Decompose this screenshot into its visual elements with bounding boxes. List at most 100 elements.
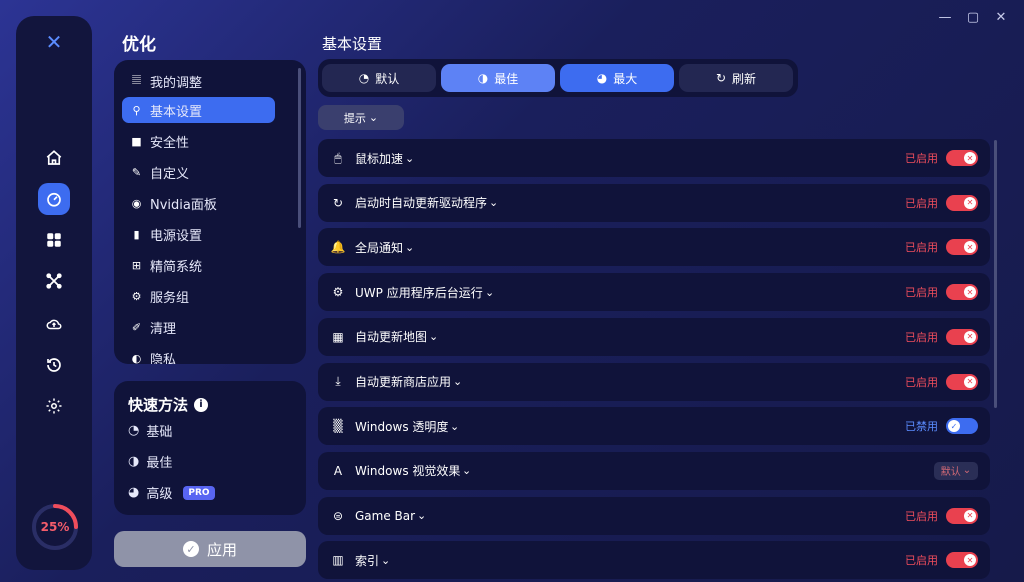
chevron-down-icon[interactable]: ⌄ — [462, 464, 471, 477]
menu-item-my-tweaks[interactable]: 𝄚 我的调整 — [122, 68, 275, 94]
toggle-switch[interactable]: ✕ — [946, 507, 978, 524]
close-button[interactable]: ✕ — [992, 8, 1010, 26]
download-icon: ⤓ — [335, 374, 341, 388]
nav-rail: ✕ 25% — [16, 16, 92, 570]
index-icon: ▥ — [332, 553, 344, 568]
quick-methods-panel: 快速方法 i ◔ 基础 ◑ 最佳 ◕ 高级 PRO — [114, 381, 306, 515]
menu-item-custom[interactable]: ✎ 自定义 — [122, 159, 275, 185]
x-icon: ✕ — [964, 554, 976, 567]
chevron-down-icon[interactable]: ⌄ — [429, 330, 438, 343]
brush-icon: ✎ — [131, 165, 142, 179]
menu-item-privacy[interactable]: ◐ 隐私 — [122, 345, 275, 365]
setting-label[interactable]: Windows 透明度 — [355, 418, 448, 435]
setting-row[interactable]: ▒ Windows 透明度 ⌄ 已禁用 ✓ — [318, 407, 990, 446]
menu-scrollbar[interactable] — [298, 68, 301, 228]
setting-label[interactable]: Game Bar — [355, 509, 415, 523]
preset-default-button[interactable]: ◔ 默认 — [322, 64, 436, 92]
setting-row[interactable]: ▥ 索引 ⌄ 已启用 ✕ — [318, 541, 990, 579]
mouse-icon: 🖱 — [334, 150, 342, 165]
settings-gear-icon[interactable] — [38, 390, 70, 422]
windows-icon: ⊞ — [131, 258, 142, 272]
speedometer-icon[interactable] — [38, 183, 70, 215]
hint-label: 提示 — [343, 111, 366, 125]
toggle-switch[interactable]: ✕ — [946, 552, 978, 569]
apply-label: 应用 — [206, 540, 237, 559]
chevron-down-icon[interactable]: ⌄ — [381, 554, 390, 567]
cloud-upload-icon[interactable] — [38, 308, 70, 340]
preset-label: 刷新 — [732, 71, 757, 86]
chevron-down-icon[interactable]: ⌄ — [453, 375, 462, 388]
setting-row[interactable]: ⊜ Game Bar ⌄ 已启用 ✕ — [318, 496, 990, 535]
toggle-switch[interactable]: ✕ — [946, 328, 978, 345]
preset-label: 默认 — [375, 71, 400, 86]
refresh-icon: ↻ — [715, 71, 727, 85]
setting-label[interactable]: 索引 — [355, 552, 379, 569]
page-title: 基本设置 — [322, 35, 383, 53]
chevron-down-icon[interactable]: ⌄ — [485, 286, 494, 299]
minimize-button[interactable]: — — [936, 8, 954, 26]
preset-refresh-button[interactable]: ↻ 刷新 — [679, 64, 793, 92]
apply-button[interactable]: ✓ 应用 — [114, 531, 306, 567]
quick-advanced[interactable]: ◕ 高级 PRO — [128, 483, 215, 502]
gauge-mid-icon: ◑ — [128, 454, 140, 469]
setting-label[interactable]: UWP 应用程序后台运行 — [355, 284, 483, 301]
setting-row[interactable]: 🔔 全局通知 ⌄ 已启用 ✕ — [318, 228, 990, 267]
x-icon: ✕ — [964, 241, 976, 254]
setting-label[interactable]: 自动更新商店应用 — [355, 373, 451, 390]
gauge-label: 25% — [40, 520, 70, 534]
hint-dropdown[interactable]: 提示 ⌄ — [318, 105, 404, 130]
preset-best-button[interactable]: ◑ 最佳 — [441, 64, 555, 92]
setting-label[interactable]: 全局通知 — [355, 239, 403, 256]
setting-label[interactable]: 自动更新地图 — [355, 328, 427, 345]
quick-basic[interactable]: ◔ 基础 — [128, 421, 172, 440]
menu-item-label: 自定义 — [150, 166, 190, 182]
setting-label[interactable]: 启动时自动更新驱动程序 — [355, 194, 487, 211]
broom-icon: ✐ — [131, 320, 142, 334]
x-icon: ✕ — [964, 375, 976, 388]
toggle-switch[interactable]: ✓ — [946, 418, 978, 435]
chevron-down-icon[interactable]: ⌄ — [450, 420, 459, 433]
menu-item-debloat[interactable]: ⊞ 精简系统 — [122, 252, 275, 278]
bell-icon: 🔔 — [330, 240, 346, 255]
maximize-button[interactable]: ▢ — [964, 8, 982, 26]
menu-item-cleanup[interactable]: ✐ 清理 — [122, 314, 275, 340]
status-text: 已启用 — [905, 196, 938, 210]
menu-item-services[interactable]: ⚙ 服务组 — [122, 283, 275, 309]
home-icon[interactable] — [38, 142, 70, 174]
preset-max-button[interactable]: ◕ 最大 — [560, 64, 674, 92]
chevron-down-icon[interactable]: ⌄ — [417, 509, 426, 522]
setting-dropdown[interactable]: 默认 ⌄ — [934, 461, 978, 480]
toggle-switch[interactable]: ✕ — [946, 194, 978, 211]
setting-row[interactable]: ↻ 启动时自动更新驱动程序 ⌄ 已启用 ✕ — [318, 183, 990, 222]
menu-item-nvidia[interactable]: ◉ Nvidia面板 — [122, 190, 275, 216]
toggle-switch[interactable]: ✕ — [946, 150, 978, 166]
gauge-icon: ◑ — [477, 71, 489, 85]
settings-scrollbar[interactable] — [994, 140, 997, 408]
x-icon: ✕ — [964, 196, 976, 209]
setting-row[interactable]: A Windows 视觉效果 ⌄ 默认 ⌄ — [318, 451, 990, 490]
visual-effects-icon: A — [333, 463, 343, 478]
chevron-down-icon[interactable]: ⌄ — [405, 241, 414, 254]
settings-list: 🖱 鼠标加速 ⌄ 已启用 ✕ ↻ 启动时自动更新驱动程序 ⌄ 已启用 ✕ 🔔 全局通知 ⌄ 已启用 ✕… — [318, 139, 990, 579]
setting-row[interactable]: 🖱 鼠标加速 ⌄ 已启用 ✕ — [318, 139, 990, 177]
toggle-switch[interactable]: ✕ — [946, 373, 978, 390]
chevron-down-icon[interactable]: ⌄ — [405, 152, 414, 165]
setting-row[interactable]: ⚙ UWP 应用程序后台运行 ⌄ 已启用 ✕ — [318, 273, 990, 312]
apps-grid-icon[interactable] — [38, 224, 70, 256]
toggle-switch[interactable]: ✕ — [946, 239, 978, 256]
setting-label[interactable]: Windows 视觉效果 — [355, 462, 460, 479]
menu-item-power[interactable]: ▮ 电源设置 — [122, 221, 275, 247]
toggle-switch[interactable]: ✕ — [946, 284, 978, 301]
setting-label[interactable]: 鼠标加速 — [355, 150, 403, 167]
history-icon[interactable] — [38, 349, 70, 381]
setting-row[interactable]: ▦ 自动更新地图 ⌄ 已启用 ✕ — [318, 317, 990, 356]
quick-best[interactable]: ◑ 最佳 — [128, 452, 172, 471]
tools-icon[interactable] — [38, 265, 70, 297]
menu-item-basic-settings[interactable]: ⚲ 基本设置 — [122, 97, 275, 123]
menu-item-security[interactable]: ■ 安全性 — [122, 128, 275, 154]
info-icon[interactable]: i — [194, 397, 209, 412]
chevron-down-icon[interactable]: ⌄ — [489, 196, 498, 209]
dropdown-value: 默认 — [940, 467, 961, 479]
setting-row[interactable]: ⤓ 自动更新商店应用 ⌄ 已启用 ✕ — [318, 362, 990, 401]
status-text: 已禁用 — [905, 420, 938, 434]
